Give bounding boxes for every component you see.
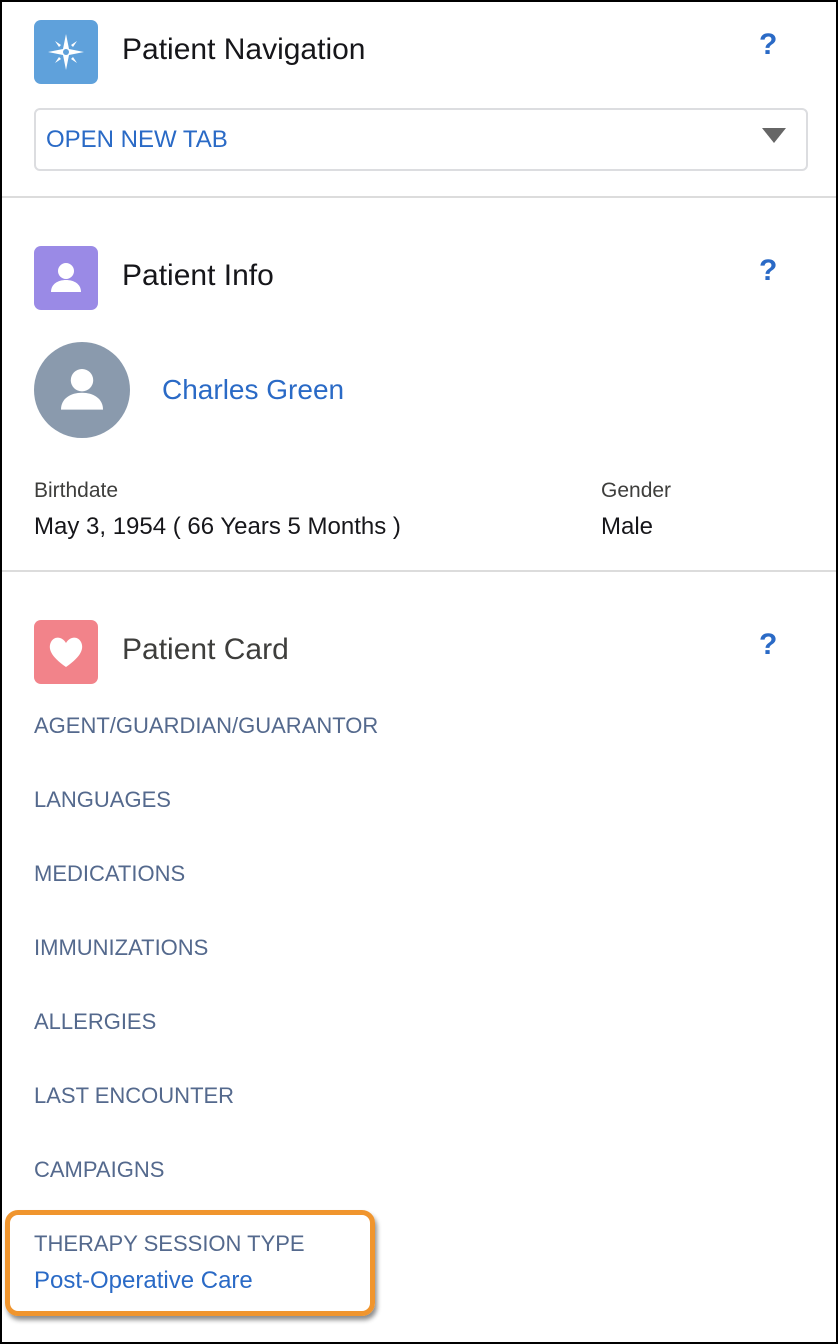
section-title: Patient Card	[122, 633, 289, 666]
gender-label: Gender	[601, 479, 672, 502]
compass-icon	[34, 20, 98, 84]
card-item-last-encounter[interactable]: LAST ENCOUNTER	[34, 1085, 234, 1107]
panel-frame	[0, 0, 838, 1344]
card-item-immunizations[interactable]: IMMUNIZATIONS	[34, 937, 208, 959]
heart-icon	[34, 620, 98, 684]
help-icon[interactable]: ?	[759, 30, 777, 60]
card-item-medications[interactable]: MEDICATIONS	[34, 863, 185, 885]
gender-value: Male	[601, 513, 654, 540]
help-icon[interactable]: ?	[759, 256, 777, 286]
highlight-box	[5, 1210, 375, 1316]
avatar	[34, 342, 130, 438]
section-title: Patient Navigation	[122, 33, 366, 66]
card-item-allergies[interactable]: ALLERGIES	[34, 1011, 156, 1033]
chevron-down-icon	[762, 128, 786, 143]
dropdown-value: OPEN NEW TAB	[46, 126, 228, 153]
therapy-session-type-value[interactable]: Post-Operative Care	[34, 1267, 253, 1295]
patient-name-link[interactable]: Charles Green	[162, 374, 344, 406]
birthdate-value: May 3, 1954 ( 66 Years 5 Months )	[34, 513, 401, 540]
divider	[2, 196, 836, 198]
divider	[2, 570, 836, 572]
card-item-campaigns[interactable]: CAMPAIGNS	[34, 1159, 164, 1181]
card-item-agent-guardian-guarantor[interactable]: AGENT/GUARDIAN/GUARANTOR	[34, 715, 378, 737]
open-new-tab-dropdown[interactable]: OPEN NEW TAB	[34, 108, 808, 171]
birthdate-label: Birthdate	[34, 479, 119, 502]
section-title: Patient Info	[122, 259, 274, 292]
help-icon[interactable]: ?	[759, 630, 777, 660]
therapy-session-type-label: THERAPY SESSION TYPE	[34, 1231, 305, 1256]
card-item-languages[interactable]: LANGUAGES	[34, 789, 171, 811]
person-icon	[34, 246, 98, 310]
